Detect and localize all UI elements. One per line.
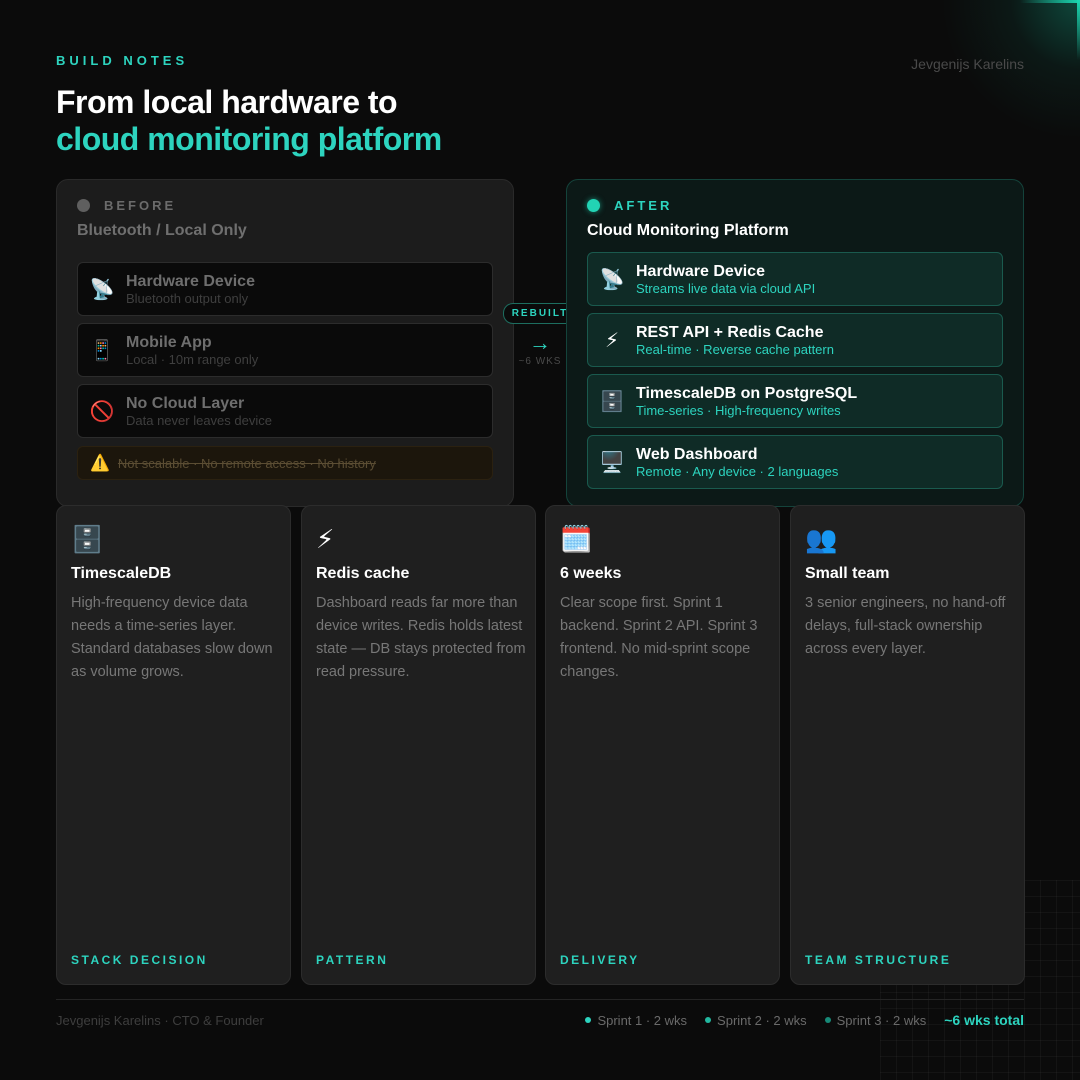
sprint-dot-icon <box>705 1017 712 1023</box>
sprint-label: Sprint 3 · 2 wks <box>836 1012 927 1028</box>
card-body: Dashboard reads far more than device wri… <box>316 595 526 680</box>
total-duration: ~6 wks total <box>944 1012 1024 1028</box>
sprint-label: Sprint 1 · 2 wks <box>597 1012 688 1028</box>
after-subtitle: Cloud Monitoring Platform <box>587 222 789 239</box>
footer-divider <box>56 999 1024 1000</box>
item-description: Time-series · High-frequency writes <box>636 402 841 418</box>
before-item-hardware-device: 📡 Hardware Device Bluetooth output only <box>77 262 493 316</box>
card-tag: DELIVERY <box>560 953 640 967</box>
lightning-icon: ⚡ <box>316 524 335 554</box>
card-team-structure: 👥 Small team 3 senior engineers, no hand… <box>790 505 1025 985</box>
corner-glow-line <box>1020 0 1080 3</box>
sprint-dot-icon <box>824 1017 831 1023</box>
card-title: Redis cache <box>316 565 410 582</box>
warning-text: Not scalable · No remote access · No his… <box>117 455 376 471</box>
item-title: Hardware Device <box>126 272 255 290</box>
eyebrow-label: BUILD NOTES <box>56 53 189 68</box>
card-title: Small team <box>805 565 890 582</box>
after-item-rest-api: ⚡ REST API + Redis Cache Real-time · Rev… <box>587 313 1003 367</box>
card-delivery: 🗓️ 6 weeks Clear scope first. Sprint 1 b… <box>545 505 780 985</box>
after-panel-header: AFTER <box>587 198 672 213</box>
people-icon: 👥 <box>805 524 838 554</box>
before-item-no-cloud-layer: 🚫 No Cloud Layer Data never leaves devic… <box>77 384 493 438</box>
card-body: 3 senior engineers, no hand-off delays, … <box>805 595 1006 657</box>
after-item-hardware-device: 📡 Hardware Device Streams live data via … <box>587 252 1003 306</box>
card-tag: PATTERN <box>316 953 389 967</box>
item-description: Bluetooth output only <box>126 290 249 306</box>
card-title: 6 weeks <box>560 565 622 582</box>
footer-author: Jevgenijs Karelins · CTO & Founder <box>56 1013 264 1028</box>
after-label: AFTER <box>614 198 673 213</box>
card-tag: TEAM STRUCTURE <box>805 953 952 967</box>
after-panel: AFTER Cloud Monitoring Platform 📡 Hardwa… <box>566 179 1024 507</box>
sprint-1: Sprint 1 · 2 wks <box>585 1013 687 1028</box>
file-cabinet-icon: 🗄️ <box>599 390 625 413</box>
before-panel-header: BEFORE <box>77 198 176 213</box>
page-title-line-1: From local hardware to <box>56 84 398 120</box>
item-title: Web Dashboard <box>636 445 758 463</box>
item-description: Streams live data via cloud API <box>636 280 816 296</box>
item-title: No Cloud Layer <box>126 394 245 412</box>
lightning-icon: ⚡ <box>604 329 620 352</box>
item-description: Remote · Any device · 2 languages <box>636 463 839 479</box>
item-description: Local · 10m range only <box>126 351 259 367</box>
item-title: Mobile App <box>126 333 212 351</box>
item-title: Hardware Device <box>636 262 765 280</box>
file-cabinet-icon: 🗄️ <box>71 524 104 554</box>
satellite-antenna-icon: 📡 <box>599 268 625 291</box>
card-title: TimescaleDB <box>71 565 172 582</box>
status-dot-icon <box>587 199 600 212</box>
status-dot-icon <box>77 199 90 212</box>
page-title: From local hardware to cloud monitoring … <box>56 84 442 158</box>
before-item-mobile-app: 📱 Mobile App Local · 10m range only <box>77 323 493 377</box>
sprint-3: Sprint 3 · 2 wks <box>824 1012 927 1028</box>
page-title-line-2: cloud monitoring platform <box>56 121 442 157</box>
card-tag: STACK DECISION <box>71 953 208 967</box>
desktop-computer-icon: 🖥️ <box>599 451 625 474</box>
after-item-web-dashboard: 🖥️ Web Dashboard Remote · Any device · 2… <box>587 435 1003 489</box>
card-stack-decision: 🗄️ TimescaleDB High-frequency device dat… <box>56 505 291 985</box>
after-item-timescaledb: 🗄️ TimescaleDB on PostgreSQL Time-series… <box>587 374 1003 428</box>
prohibited-icon: 🚫 <box>89 400 115 423</box>
item-description: Real-time · Reverse cache pattern <box>636 341 834 357</box>
sprint-dot-icon <box>585 1017 592 1023</box>
before-panel: BEFORE Bluetooth / Local Only 📡 Hardware… <box>56 179 514 507</box>
calendar-icon: 🗓️ <box>560 524 593 554</box>
item-description: Data never leaves device <box>126 412 272 428</box>
mobile-phone-icon: 📱 <box>89 339 115 362</box>
before-label: BEFORE <box>104 198 177 213</box>
warning-banner: ⚠️ Not scalable · No remote access · No … <box>77 446 493 480</box>
sprint-summary: Sprint 1 · 2 wks Sprint 2 · 2 wks Sprint… <box>585 1012 1024 1028</box>
sprint-label: Sprint 2 · 2 wks <box>717 1012 807 1028</box>
item-title: TimescaleDB on PostgreSQL <box>636 384 858 402</box>
sprint-2: Sprint 2 · 2 wks <box>705 1013 807 1028</box>
warning-icon: ⚠️ <box>90 455 110 472</box>
card-body: Clear scope first. Sprint 1 backend. Spr… <box>560 595 758 680</box>
author-name: Jevgenijs Karelins <box>911 56 1024 72</box>
satellite-antenna-icon: 📡 <box>89 278 115 301</box>
before-subtitle: Bluetooth / Local Only <box>77 222 247 239</box>
card-pattern: ⚡ Redis cache Dashboard reads far more t… <box>301 505 536 985</box>
card-body: High-frequency device data needs a time-… <box>71 595 273 680</box>
item-title: REST API + Redis Cache <box>636 323 824 341</box>
